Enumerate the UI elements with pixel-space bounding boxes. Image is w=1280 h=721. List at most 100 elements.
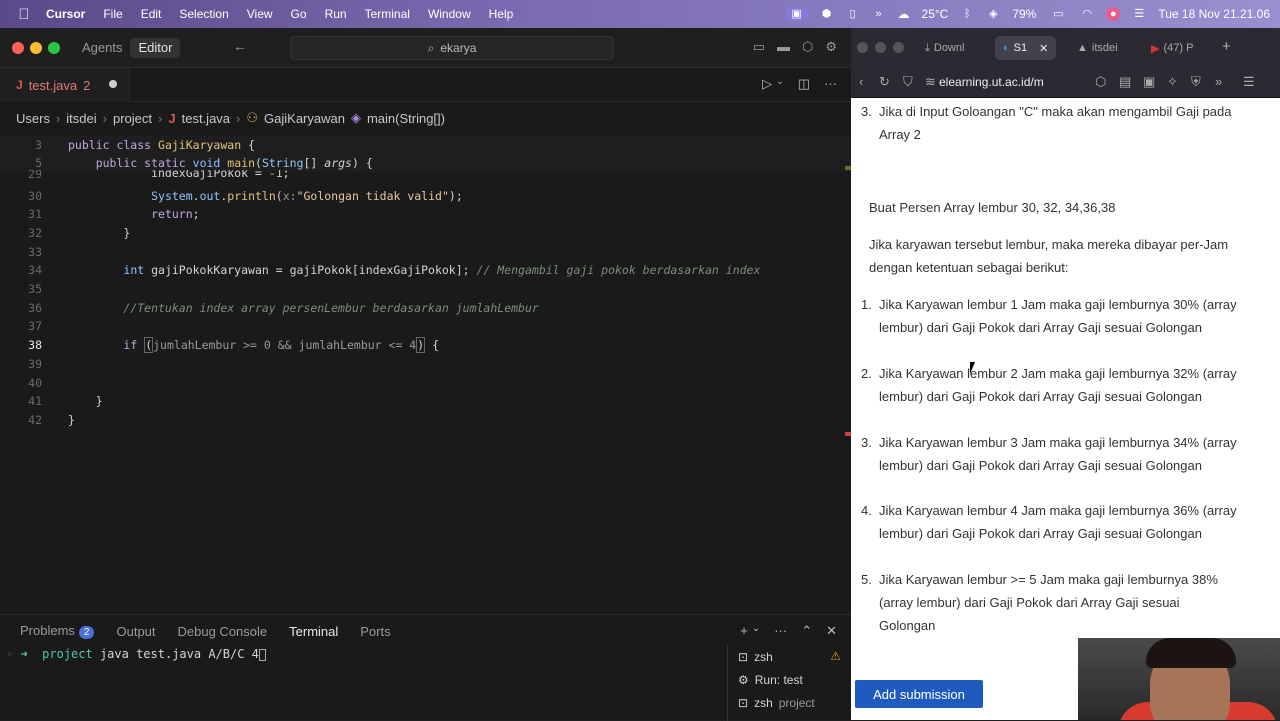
minimize-window-button[interactable]: [30, 42, 42, 54]
toggle-sidebar-icon[interactable]: ▭: [753, 39, 765, 55]
tab-ports[interactable]: Ports: [360, 624, 390, 639]
extension-icon[interactable]: ⬡: [1095, 74, 1106, 90]
terminal-item[interactable]: ⚙ Run: test: [728, 668, 851, 691]
url-bar[interactable]: elearning.ut.ac.id/m: [939, 71, 1087, 93]
menu-file[interactable]: File: [103, 7, 122, 21]
terminal-command: java test.java A/B/C 4: [92, 647, 259, 661]
browser-tab-active[interactable]: ◐ S1 ✕: [995, 36, 1057, 60]
shield-icon[interactable]: ⬢: [820, 7, 834, 21]
breadcrumb-file[interactable]: test.java: [182, 111, 230, 126]
close-tab-icon[interactable]: ✕: [1039, 42, 1048, 55]
bookmark-icon[interactable]: ⛉: [903, 74, 913, 90]
menu-help[interactable]: Help: [489, 7, 514, 21]
maximize-panel-icon[interactable]: ⌃: [801, 623, 812, 639]
breadcrumb-users[interactable]: Users: [16, 111, 50, 126]
browser-tab[interactable]: ▶ (47) P: [1151, 36, 1193, 60]
menu-app-name[interactable]: Cursor: [46, 7, 85, 21]
bluetooth-icon[interactable]: ᛒ: [960, 7, 974, 21]
back-arrow-icon[interactable]: ←: [233, 38, 247, 54]
new-terminal-icon[interactable]: +: [740, 623, 748, 639]
phone-icon[interactable]: ▯: [846, 7, 860, 21]
shield-icon[interactable]: ⛨: [1191, 74, 1201, 90]
menu-view[interactable]: View: [247, 7, 273, 21]
code-line: 36 //Tentukan index array persenLembur b…: [28, 301, 539, 315]
close-panel-icon[interactable]: ✕: [826, 623, 837, 639]
menu-selection[interactable]: Selection: [179, 7, 228, 21]
forward-icon[interactable]: »: [1215, 74, 1222, 89]
new-tab-icon[interactable]: +: [1222, 38, 1231, 55]
file-tab-test-java[interactable]: J test.java 2: [0, 68, 130, 102]
run-icon[interactable]: ▷: [762, 76, 772, 92]
clock[interactable]: Tue 18 Nov 21.21.06: [1158, 7, 1270, 21]
split-editor-icon[interactable]: ◫: [798, 76, 810, 92]
terminal-dropdown-icon[interactable]: ⌄: [752, 623, 760, 639]
code-line: 3 public class GajiKaryawan {: [0, 136, 851, 154]
weather-icon[interactable]: ☁: [898, 7, 910, 21]
code-line: 31 return;: [28, 207, 200, 221]
breadcrumb-method[interactable]: main(String[]): [367, 111, 445, 126]
minimize-window-button[interactable]: [875, 42, 886, 53]
command-search[interactable]: ⌕ ekarya: [290, 36, 614, 60]
wifi-icon[interactable]: ◠: [1080, 7, 1094, 21]
search-text: ekarya: [440, 41, 477, 55]
reload-icon[interactable]: ↻: [879, 74, 890, 90]
warning-icon: ⚠: [830, 649, 841, 663]
terminal-list: ⊡ zsh ⚠ ⚙ Run: test ⊡ zsh project: [727, 645, 851, 721]
battery-icon[interactable]: ▭: [1048, 7, 1068, 21]
menu-run[interactable]: Run: [325, 7, 347, 21]
breadcrumb-itsdei[interactable]: itsdei: [66, 111, 96, 126]
code-line: 29 indexGajiPokok = -1;: [28, 170, 290, 181]
menu-window[interactable]: Window: [428, 7, 471, 21]
control-center-icon[interactable]: ☰: [1132, 7, 1146, 21]
apple-icon[interactable]: : [16, 6, 32, 23]
toggle-panel-icon[interactable]: ▬: [777, 39, 790, 55]
settings-icon[interactable]: ⚙: [825, 39, 837, 55]
unsaved-dot-icon[interactable]: [109, 80, 117, 88]
code-line: 39: [28, 357, 42, 371]
terminal-output[interactable]: ◦ ➜ project java test.java A/B/C 4: [6, 647, 266, 661]
weather-temp[interactable]: 25°C: [922, 7, 949, 21]
vpn-icon[interactable]: ◈: [986, 7, 1000, 21]
list-item: 3. Jika di Input Goloangan "C" maka akan …: [861, 104, 1232, 142]
browser-tab[interactable]: ▲ itsdei: [1077, 36, 1118, 60]
add-submission-button[interactable]: Add submission: [855, 680, 983, 708]
reader-icon[interactable]: ▤: [1119, 74, 1131, 90]
maximize-window-button[interactable]: [48, 42, 60, 54]
terminal-item[interactable]: ⊡ zsh project: [728, 691, 851, 714]
menu-icon[interactable]: ☰: [1243, 74, 1255, 90]
user-icon[interactable]: ●: [1106, 7, 1121, 21]
close-window-button[interactable]: [12, 42, 24, 54]
tab-debug-console[interactable]: Debug Console: [178, 624, 268, 639]
breadcrumb-project[interactable]: project: [113, 111, 152, 126]
more-icon[interactable]: ···: [774, 623, 787, 639]
forward-icon[interactable]: »: [872, 7, 886, 21]
breadcrumb-class[interactable]: GajiKaryawan: [264, 111, 345, 126]
tab-terminal[interactable]: Terminal: [289, 624, 338, 639]
extensions-icon[interactable]: ⬡: [802, 39, 813, 55]
more-icon[interactable]: ···: [824, 76, 837, 92]
back-icon[interactable]: ‹: [859, 74, 863, 89]
tab-output[interactable]: Output: [116, 624, 155, 639]
code-editor[interactable]: 3 public class GajiKaryawan { 5 public st…: [0, 134, 851, 614]
screen-record-icon[interactable]: ▣: [785, 7, 808, 21]
site-settings-icon[interactable]: ≋: [925, 74, 936, 90]
code-line: 37: [28, 319, 42, 333]
tab-problems[interactable]: Problems 2: [20, 623, 95, 639]
terminal-icon: ⊡: [738, 695, 749, 710]
menu-go[interactable]: Go: [291, 7, 307, 21]
mode-agents[interactable]: Agents: [74, 38, 130, 58]
bottom-panel: Problems 2 Output Debug Console Terminal …: [0, 614, 851, 721]
menu-terminal[interactable]: Terminal: [365, 7, 410, 21]
editor-window: Agents Editor ← ⌕ ekarya ▭ ▬ ⬡ ⚙ J test.…: [0, 28, 851, 721]
menu-edit[interactable]: Edit: [141, 7, 162, 21]
run-dropdown-icon[interactable]: ⌄: [776, 76, 784, 92]
wallet-icon[interactable]: ▣: [1143, 74, 1155, 90]
code-line: 34 int gajiPokokKaryawan = gajiPokok[ind…: [28, 263, 761, 277]
chevron-right-icon: ›: [102, 110, 107, 126]
ai-icon[interactable]: ✧: [1167, 74, 1178, 90]
maximize-window-button[interactable]: [893, 42, 904, 53]
mode-editor[interactable]: Editor: [130, 38, 181, 58]
battery-percent[interactable]: 79%: [1012, 7, 1036, 21]
browser-tab[interactable]: ⤓ Downl: [925, 36, 964, 60]
close-window-button[interactable]: [857, 42, 868, 53]
